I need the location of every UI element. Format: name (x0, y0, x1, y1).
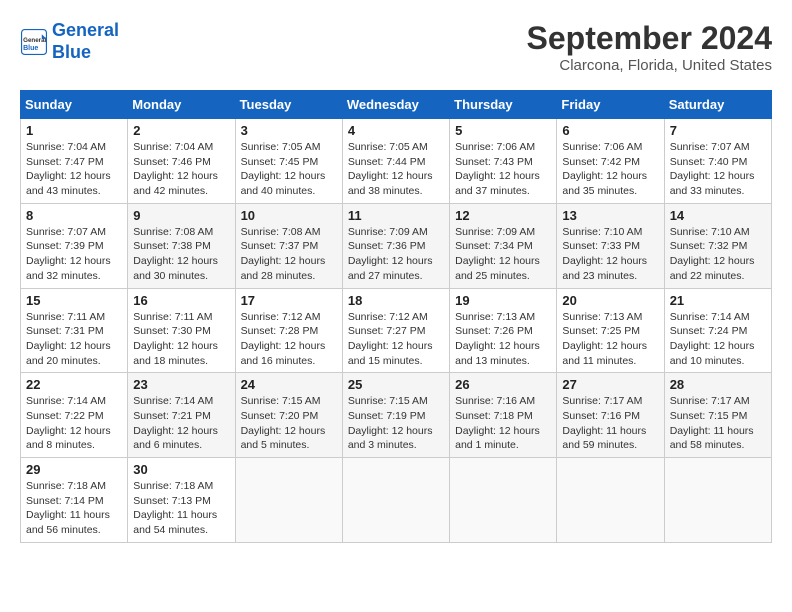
table-row: 9 Sunrise: 7:08 AMSunset: 7:38 PMDayligh… (128, 203, 235, 288)
table-row: 13 Sunrise: 7:10 AMSunset: 7:33 PMDaylig… (557, 203, 664, 288)
week-row-4: 22 Sunrise: 7:14 AMSunset: 7:22 PMDaylig… (21, 373, 772, 458)
empty-cell (557, 458, 664, 543)
table-row: 16 Sunrise: 7:11 AMSunset: 7:30 PMDaylig… (128, 288, 235, 373)
table-row: 15 Sunrise: 7:11 AMSunset: 7:31 PMDaylig… (21, 288, 128, 373)
table-row: 25 Sunrise: 7:15 AMSunset: 7:19 PMDaylig… (342, 373, 449, 458)
month-title: September 2024 (527, 20, 772, 57)
logo-text-general: General (52, 20, 119, 42)
table-row: 23 Sunrise: 7:14 AMSunset: 7:21 PMDaylig… (128, 373, 235, 458)
table-row: 26 Sunrise: 7:16 AMSunset: 7:18 PMDaylig… (450, 373, 557, 458)
title-block: September 2024 Clarcona, Florida, United… (527, 20, 772, 74)
table-row: 27 Sunrise: 7:17 AMSunset: 7:16 PMDaylig… (557, 373, 664, 458)
table-row: 3 Sunrise: 7:05 AMSunset: 7:45 PMDayligh… (235, 119, 342, 204)
table-row: 21 Sunrise: 7:14 AMSunset: 7:24 PMDaylig… (664, 288, 771, 373)
table-row: 14 Sunrise: 7:10 AMSunset: 7:32 PMDaylig… (664, 203, 771, 288)
table-row: 22 Sunrise: 7:14 AMSunset: 7:22 PMDaylig… (21, 373, 128, 458)
table-row: 12 Sunrise: 7:09 AMSunset: 7:34 PMDaylig… (450, 203, 557, 288)
weekday-header-row: Sunday Monday Tuesday Wednesday Thursday… (21, 91, 772, 119)
page-header: General Blue General Blue September 2024… (20, 20, 772, 74)
table-row: 19 Sunrise: 7:13 AMSunset: 7:26 PMDaylig… (450, 288, 557, 373)
table-row: 4 Sunrise: 7:05 AMSunset: 7:44 PMDayligh… (342, 119, 449, 204)
header-saturday: Saturday (664, 91, 771, 119)
empty-cell (342, 458, 449, 543)
svg-text:Blue: Blue (23, 44, 38, 51)
table-row: 10 Sunrise: 7:08 AMSunset: 7:37 PMDaylig… (235, 203, 342, 288)
table-row: 20 Sunrise: 7:13 AMSunset: 7:25 PMDaylig… (557, 288, 664, 373)
header-thursday: Thursday (450, 91, 557, 119)
header-monday: Monday (128, 91, 235, 119)
logo-text-blue: Blue (52, 42, 119, 64)
table-row: 2 Sunrise: 7:04 AMSunset: 7:46 PMDayligh… (128, 119, 235, 204)
table-row: 8 Sunrise: 7:07 AMSunset: 7:39 PMDayligh… (21, 203, 128, 288)
table-row: 1 Sunrise: 7:04 AMSunset: 7:47 PMDayligh… (21, 119, 128, 204)
table-row: 30 Sunrise: 7:18 AMSunset: 7:13 PMDaylig… (128, 458, 235, 543)
table-row: 17 Sunrise: 7:12 AMSunset: 7:28 PMDaylig… (235, 288, 342, 373)
logo: General Blue General Blue (20, 20, 119, 63)
table-row: 11 Sunrise: 7:09 AMSunset: 7:36 PMDaylig… (342, 203, 449, 288)
table-row: 24 Sunrise: 7:15 AMSunset: 7:20 PMDaylig… (235, 373, 342, 458)
week-row-5: 29 Sunrise: 7:18 AMSunset: 7:14 PMDaylig… (21, 458, 772, 543)
header-friday: Friday (557, 91, 664, 119)
location: Clarcona, Florida, United States (527, 57, 772, 74)
week-row-2: 8 Sunrise: 7:07 AMSunset: 7:39 PMDayligh… (21, 203, 772, 288)
header-tuesday: Tuesday (235, 91, 342, 119)
empty-cell (450, 458, 557, 543)
week-row-1: 1 Sunrise: 7:04 AMSunset: 7:47 PMDayligh… (21, 119, 772, 204)
logo-icon: General Blue (20, 28, 48, 56)
table-row: 6 Sunrise: 7:06 AMSunset: 7:42 PMDayligh… (557, 119, 664, 204)
header-sunday: Sunday (21, 91, 128, 119)
table-row: 5 Sunrise: 7:06 AMSunset: 7:43 PMDayligh… (450, 119, 557, 204)
table-row: 7 Sunrise: 7:07 AMSunset: 7:40 PMDayligh… (664, 119, 771, 204)
header-wednesday: Wednesday (342, 91, 449, 119)
table-row: 28 Sunrise: 7:17 AMSunset: 7:15 PMDaylig… (664, 373, 771, 458)
table-row: 18 Sunrise: 7:12 AMSunset: 7:27 PMDaylig… (342, 288, 449, 373)
table-row: 29 Sunrise: 7:18 AMSunset: 7:14 PMDaylig… (21, 458, 128, 543)
empty-cell (235, 458, 342, 543)
week-row-3: 15 Sunrise: 7:11 AMSunset: 7:31 PMDaylig… (21, 288, 772, 373)
empty-cell (664, 458, 771, 543)
calendar-table: Sunday Monday Tuesday Wednesday Thursday… (20, 90, 772, 543)
